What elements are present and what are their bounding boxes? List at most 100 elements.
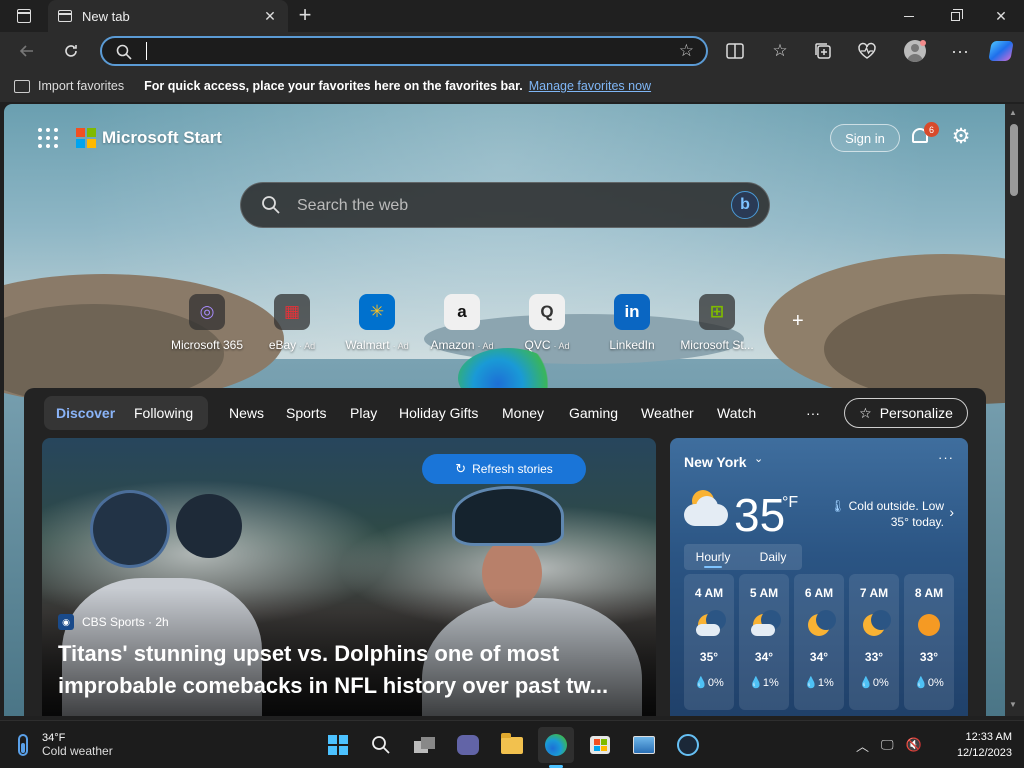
photos-taskbar-button[interactable] (626, 727, 662, 763)
import-favorites-button[interactable]: Import favorites (38, 79, 124, 93)
scroll-up-arrow-icon[interactable]: ▲ (1009, 108, 1017, 117)
minimize-icon (904, 15, 914, 17)
manage-favorites-link[interactable]: Manage favorites now (529, 79, 651, 93)
droplet-icon: 💧 (914, 677, 928, 689)
system-clock[interactable]: 12:33 AM 12/12/2023 (940, 729, 1012, 761)
minimize-button[interactable] (886, 0, 932, 32)
nav-holiday-gifts[interactable]: Holiday Gifts (399, 396, 478, 430)
web-search-box[interactable]: Search the web b (240, 182, 770, 228)
hero-story-card[interactable]: ↻ Refresh stories ◉ CBS Sports · 2h Tita… (42, 438, 656, 716)
split-screen-button[interactable] (720, 36, 750, 66)
brand-title[interactable]: Microsoft Start (102, 128, 222, 148)
back-button[interactable] (12, 36, 42, 66)
hourly-forecast-card[interactable]: 4 AM 35° 💧0% (684, 574, 734, 710)
scroll-thumb[interactable] (1010, 124, 1018, 196)
tab-following[interactable]: Following (134, 396, 193, 430)
page-scrollbar[interactable]: ▲ ▼ (1005, 104, 1024, 716)
nav-gaming[interactable]: Gaming (569, 396, 618, 430)
tab-daily[interactable]: Daily (744, 544, 802, 570)
hourly-forecast-card[interactable]: 5 AM 34° 💧1% (739, 574, 789, 710)
nav-news[interactable]: News (229, 396, 264, 430)
tab-new-tab[interactable]: New tab ✕ (48, 0, 288, 32)
address-input[interactable] (146, 42, 646, 60)
nav-weather[interactable]: Weather (641, 396, 694, 430)
restore-button[interactable] (932, 0, 978, 32)
weather-card[interactable]: New York ⌄ ··· 35 °F 🌡 Cold outside. Low… (670, 438, 968, 716)
chevron-up-icon[interactable]: ︿ (856, 736, 869, 755)
browser-essentials-button[interactable] (852, 36, 882, 66)
chevron-right-icon[interactable]: › (949, 504, 954, 520)
browser-toolbar: ☆ ☆ ··· (0, 32, 1024, 70)
quick-link-amazon[interactable]: a Amazon · Ad (414, 294, 510, 354)
microsoft-365-icon: ◎ (189, 294, 225, 330)
close-window-button[interactable]: ✕ (978, 0, 1024, 32)
cbs-sports-logo-icon: ◉ (58, 614, 74, 630)
page-settings-button[interactable]: ⚙ (948, 124, 974, 150)
system-tray: ︿ 🖵 🔇 (856, 733, 922, 757)
new-tab-button[interactable]: + (294, 4, 316, 28)
quick-link-linkedin[interactable]: in LinkedIn (584, 294, 680, 354)
add-shortcut-button[interactable]: + (792, 310, 804, 333)
notification-badge: 6 (924, 122, 939, 137)
droplet-icon: 💧 (859, 677, 873, 689)
address-bar[interactable]: ☆ (100, 36, 708, 66)
tab-hourly[interactable]: Hourly (684, 544, 742, 570)
gear-icon: ⚙ (951, 125, 971, 148)
refresh-stories-button[interactable]: ↻ Refresh stories (422, 454, 586, 484)
settings-and-more-button[interactable]: ··· (945, 36, 975, 66)
hourly-forecast-card[interactable]: 7 AM 33° 💧0% (849, 574, 899, 710)
copilot-button[interactable] (986, 36, 1016, 66)
story-headline[interactable]: Titans' stunning upset vs. Dolphins one … (58, 638, 642, 702)
bing-chat-button[interactable]: b (731, 191, 759, 219)
favorites-button[interactable]: ☆ (765, 36, 795, 66)
split-screen-icon (726, 43, 744, 59)
nav-watch[interactable]: Watch (717, 396, 756, 430)
edge-taskbar-button[interactable] (538, 727, 574, 763)
scroll-down-arrow-icon[interactable]: ▼ (1009, 700, 1017, 709)
sign-in-button[interactable]: Sign in (830, 124, 900, 152)
search-icon (372, 736, 390, 754)
display-icon[interactable]: 🖵 (881, 737, 894, 753)
file-explorer-button[interactable] (494, 727, 530, 763)
quick-link-ebay[interactable]: ▦ eBay · Ad (244, 294, 340, 354)
microsoft-logo (76, 128, 96, 148)
news-feed: Discover Following News Sports Play Holi… (24, 388, 986, 716)
start-button[interactable] (320, 727, 356, 763)
quick-links: ◎ Microsoft 365 ▦ eBay · Ad ✳ Walmart · Ad… (159, 294, 799, 354)
refresh-button[interactable] (56, 36, 86, 66)
nav-money[interactable]: Money (502, 396, 544, 430)
notifications-button[interactable]: 6 (908, 122, 939, 150)
steam-taskbar-button[interactable] (670, 727, 706, 763)
quick-link-qvc[interactable]: Q QVC · Ad (499, 294, 595, 354)
taskbar-search-button[interactable] (363, 727, 399, 763)
add-favorite-star-icon[interactable]: ☆ (679, 41, 694, 61)
task-view-button[interactable] (407, 727, 443, 763)
tab-close-button[interactable]: ✕ (262, 8, 278, 25)
quick-link-microsoft-365[interactable]: ◎ Microsoft 365 (159, 294, 255, 354)
edge-icon (545, 734, 567, 756)
quick-link-walmart[interactable]: ✳ Walmart · Ad (329, 294, 425, 354)
quick-link-microsoft-store[interactable]: ⊞ Microsoft St... (669, 294, 765, 354)
profile-button[interactable] (900, 36, 930, 66)
favorites-bar: Import favorites For quick access, place… (0, 70, 1024, 102)
chevron-down-icon[interactable]: ⌄ (754, 452, 763, 465)
temperature-unit[interactable]: °F (782, 494, 798, 512)
tab-actions-button[interactable] (8, 4, 40, 28)
teams-chat-button[interactable] (450, 727, 486, 763)
taskbar-weather-widget[interactable]: 34°F Cold weather (18, 729, 113, 761)
hourly-forecast-card[interactable]: 6 AM 34° 💧1% (794, 574, 844, 710)
nav-more-button[interactable]: ··· (806, 396, 820, 430)
weather-city[interactable]: New York (684, 454, 747, 470)
search-icon (116, 44, 132, 60)
collections-button[interactable] (808, 36, 838, 66)
app-launcher-button[interactable] (38, 128, 58, 148)
personalize-button[interactable]: ☆ Personalize (844, 398, 968, 428)
nav-play[interactable]: Play (350, 396, 377, 430)
hourly-forecast-card[interactable]: 8 AM 33° 💧0% (904, 574, 954, 710)
speaker-muted-icon[interactable]: 🔇 (906, 737, 922, 753)
forecast-temp: 34° (754, 650, 774, 664)
nav-sports[interactable]: Sports (286, 396, 326, 430)
microsoft-store-taskbar-button[interactable] (582, 727, 618, 763)
weather-more-button[interactable]: ··· (938, 450, 954, 465)
tab-discover[interactable]: Discover (56, 396, 115, 430)
